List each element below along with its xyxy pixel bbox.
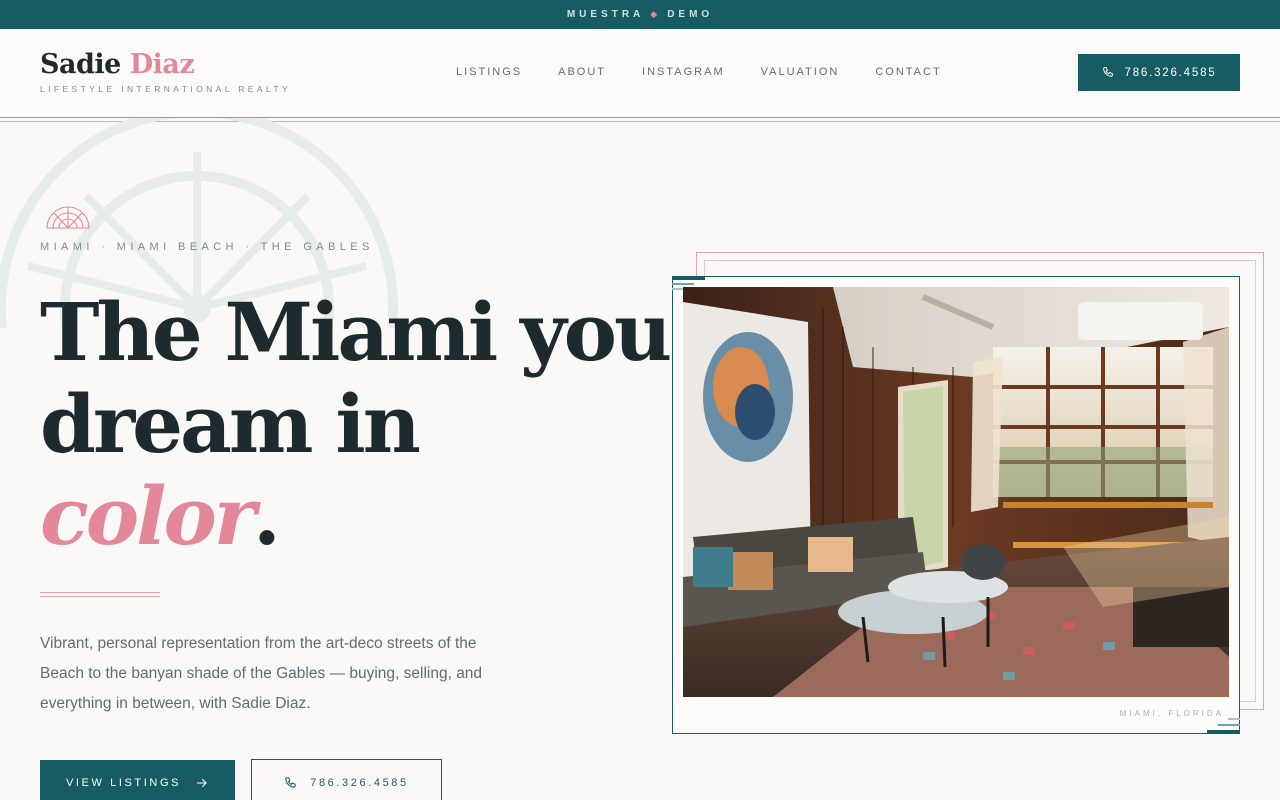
hero-headline: The Miami you dream in color. — [40, 286, 680, 562]
top-announcement-bar: MUESTRA ◆ DEMO — [0, 0, 1280, 29]
location-eyebrow: MIAMI · MIAMI BEACH · THE GABLES — [40, 241, 374, 253]
nav-about[interactable]: ABOUT — [558, 66, 606, 78]
hero-divider — [40, 592, 160, 597]
nav-listings[interactable]: LISTINGS — [456, 66, 522, 78]
nav-valuation[interactable]: VALUATION — [761, 66, 840, 78]
announcement-right: DEMO — [667, 9, 714, 20]
diamond-icon: ◆ — [650, 9, 662, 19]
phone-icon — [1102, 67, 1113, 77]
brand-last-name: Diaz — [129, 49, 195, 80]
interior-photo — [683, 287, 1229, 697]
photo-caption: MIAMI, FLORIDA — [1119, 709, 1224, 718]
brand-logo[interactable]: Sadie Diaz LIFESTYLE INTERNATIONAL REALT… — [40, 50, 292, 95]
brand-subtitle: LIFESTYLE INTERNATIONAL REALTY — [40, 84, 292, 94]
announcement-left: MUESTRA — [566, 9, 645, 20]
arrow-right-icon — [196, 778, 207, 788]
headline-line-1: The Miami you — [40, 285, 672, 379]
view-listings-label: VIEW LISTINGS — [65, 777, 182, 789]
nav-instagram[interactable]: INSTAGRAM — [642, 66, 725, 78]
headline-line-2: dream in — [40, 377, 421, 471]
announcement-text: MUESTRA ◆ DEMO — [567, 9, 713, 20]
sunburst-icon — [45, 204, 91, 230]
call-phone-label: 786.326.4585 — [310, 777, 409, 789]
nav-contact[interactable]: CONTACT — [875, 66, 941, 78]
header-phone-label: 786.326.4585 — [1124, 66, 1217, 79]
hero-description: Vibrant, personal representation from th… — [40, 635, 483, 712]
view-listings-button[interactable]: VIEW LISTINGS — [40, 760, 235, 800]
main-nav: LISTINGS ABOUT INSTAGRAM VALUATION CONTA… — [456, 66, 942, 78]
header-phone-button[interactable]: 786.326.4585 — [1078, 54, 1240, 91]
brand-name: Sadie Diaz — [40, 50, 291, 80]
headline-accent: color — [40, 469, 256, 563]
call-phone-button[interactable]: 786.326.4585 — [251, 759, 442, 800]
headline-dot: . — [252, 469, 281, 563]
brand-first-name: Sadie — [40, 49, 121, 80]
phone-icon — [285, 777, 296, 788]
